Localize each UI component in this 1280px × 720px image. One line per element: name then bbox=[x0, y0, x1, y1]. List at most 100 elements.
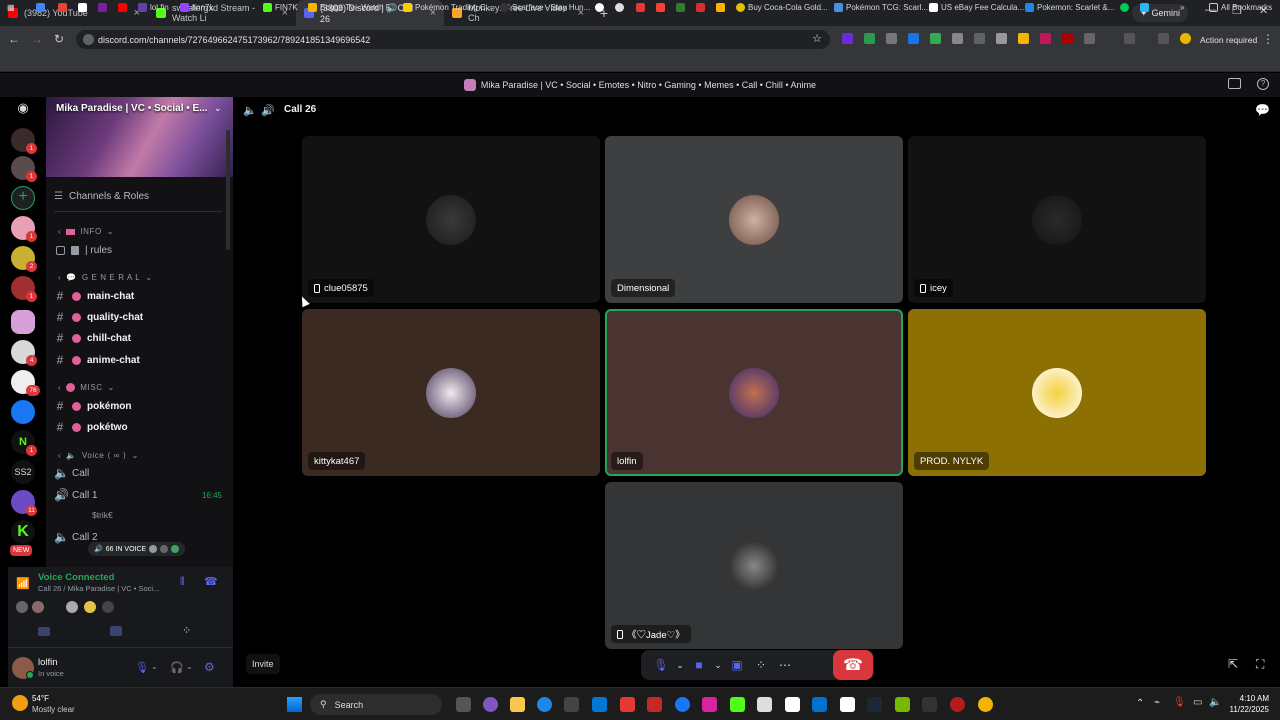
participant-tile[interactable]: 《♡Jade♡》 bbox=[605, 482, 903, 649]
extension-icon[interactable] bbox=[996, 33, 1007, 44]
taskview-icon[interactable] bbox=[456, 697, 471, 712]
extension-icon[interactable] bbox=[1062, 33, 1073, 44]
store-icon[interactable] bbox=[564, 697, 579, 712]
camera-icon[interactable] bbox=[38, 627, 50, 636]
participant-tile[interactable]: kittykat467 bbox=[302, 309, 600, 476]
app-icon[interactable] bbox=[647, 697, 662, 712]
extension-icon[interactable] bbox=[842, 33, 853, 44]
extension-icon[interactable] bbox=[1040, 33, 1051, 44]
add-server-icon[interactable]: + bbox=[11, 186, 35, 210]
nvidia-icon[interactable] bbox=[895, 697, 910, 712]
help-icon[interactable]: ? bbox=[1257, 78, 1269, 90]
voice-user[interactable]: $trik€ bbox=[92, 510, 113, 520]
reload-icon[interactable]: ↻ bbox=[54, 32, 64, 46]
extension-icon[interactable] bbox=[886, 33, 897, 44]
bookmark-finn7k[interactable]: finn7k bbox=[180, 3, 213, 12]
channel-anime-chat[interactable]: # anime-chat bbox=[54, 350, 222, 370]
display-icon[interactable]: ▭ bbox=[1193, 697, 1202, 708]
sidepanel-icon[interactable] bbox=[1124, 33, 1135, 44]
bookmark-icon[interactable] bbox=[58, 3, 67, 12]
category-general[interactable]: ‹ 💬 G E N E R A L ⌄ bbox=[58, 273, 153, 282]
chevron-down-icon[interactable]: ⌄ bbox=[673, 654, 687, 676]
chevron-up-icon[interactable]: ⌃ bbox=[1136, 698, 1144, 709]
bookmark-icon[interactable] bbox=[78, 3, 87, 12]
fullscreen-icon[interactable]: ⛶ bbox=[1256, 657, 1264, 672]
disconnect-icon[interactable]: ☎ bbox=[204, 575, 218, 588]
channels-roles[interactable]: ☰ Channels & Roles bbox=[54, 186, 222, 206]
bookmark-pokemon-tcg[interactable]: Pokémon TCG: Scarl... bbox=[834, 3, 928, 12]
noise-suppression-icon[interactable]: ⫴ bbox=[180, 576, 185, 589]
camera-icon[interactable]: ■ bbox=[687, 654, 711, 676]
weather-temp[interactable]: 54°F bbox=[32, 694, 49, 703]
channel-quality-chat[interactable]: # quality-chat bbox=[54, 307, 222, 327]
media-icon[interactable] bbox=[1158, 33, 1169, 44]
bookmark-icon[interactable] bbox=[595, 3, 604, 12]
extension-icon[interactable] bbox=[864, 33, 875, 44]
server-banner[interactable]: Mika Paradise | VC • Social • E... ⌄ bbox=[46, 97, 233, 177]
chevron-down-icon[interactable]: ⌄ bbox=[214, 103, 222, 114]
windows-start-icon[interactable] bbox=[287, 697, 302, 712]
edge-icon[interactable] bbox=[537, 697, 552, 712]
app-icon[interactable] bbox=[922, 697, 937, 712]
participant-tile[interactable]: clue05875 bbox=[302, 136, 600, 303]
instagram-icon[interactable] bbox=[702, 697, 717, 712]
back-icon[interactable]: ← bbox=[8, 32, 20, 46]
bookmark-icon[interactable] bbox=[1140, 3, 1149, 12]
forward-icon[interactable]: → bbox=[31, 32, 43, 46]
extension-icon[interactable] bbox=[974, 33, 985, 44]
extension-icon[interactable] bbox=[952, 33, 963, 44]
activities-icon[interactable]: ⁘ bbox=[749, 654, 773, 676]
category-info[interactable]: ‹ INFO ⌄ bbox=[58, 227, 114, 236]
extension-icon[interactable] bbox=[930, 33, 941, 44]
bookmark-bogge[interactable]: Bogge Tv - Watch F... bbox=[308, 3, 396, 12]
all-bookmarks[interactable]: All Bookmarks bbox=[1209, 3, 1272, 12]
chevron-down-icon[interactable]: ⌄ bbox=[186, 662, 193, 671]
bookmark-icon[interactable] bbox=[98, 3, 107, 12]
bookmark-scarface[interactable]: Scarface - Stay Hun... bbox=[500, 3, 590, 12]
apps-icon[interactable]: ▦ bbox=[7, 3, 15, 12]
username[interactable]: lolfin bbox=[38, 657, 58, 668]
bookmark-icon[interactable] bbox=[696, 3, 705, 12]
chevron-down-icon[interactable]: ⌄ bbox=[711, 654, 725, 676]
amazon-icon[interactable] bbox=[785, 697, 800, 712]
taskbar-search[interactable]: ⚲ Search bbox=[310, 694, 442, 715]
signal-icon[interactable]: 📶 bbox=[16, 577, 30, 590]
more-bookmarks-icon[interactable]: » bbox=[1180, 3, 1184, 12]
microphone-icon[interactable]: 🎙 bbox=[135, 661, 149, 674]
channel-call-1[interactable]: 🔊 Call 1 16:45 bbox=[54, 485, 222, 505]
avatar[interactable] bbox=[102, 601, 114, 613]
avatar[interactable] bbox=[84, 601, 96, 613]
bookmark-icon[interactable] bbox=[716, 3, 725, 12]
outlook-icon[interactable] bbox=[592, 697, 607, 712]
weather-desc[interactable]: Mostly clear bbox=[32, 705, 75, 714]
discord-home-icon[interactable]: ◉ bbox=[11, 97, 35, 121]
channel-poketwo[interactable]: # pokétwo bbox=[54, 417, 222, 437]
server-icon[interactable]: SS2 bbox=[11, 460, 35, 484]
bookmark-ebay-fee[interactable]: US eBay Fee Calcula... bbox=[929, 3, 1024, 12]
speaker-icon[interactable]: 🔈 bbox=[1209, 697, 1221, 708]
category-voice[interactable]: ‹ 🔈 Voice ⟨ ∞ ⟩ ⌄ bbox=[58, 451, 139, 460]
extension-icon[interactable] bbox=[1018, 33, 1029, 44]
extensions-puzzle-icon[interactable] bbox=[1084, 33, 1095, 44]
more-options-icon[interactable]: ⋯ bbox=[773, 654, 797, 676]
bookmark-icon[interactable] bbox=[1120, 3, 1129, 12]
address-bar[interactable]: discord.com/channels/727649662475173962/… bbox=[76, 30, 830, 49]
clock-time[interactable]: 4:10 AM bbox=[1229, 694, 1269, 703]
avatar[interactable] bbox=[16, 601, 28, 613]
network-icon[interactable]: ⌁ bbox=[1154, 697, 1160, 708]
channel-main-chat[interactable]: # main-chat bbox=[54, 286, 222, 306]
invite-button[interactable]: Invite bbox=[246, 654, 280, 674]
end-call-button[interactable]: ☎ bbox=[833, 650, 873, 680]
voice-connected-subtitle[interactable]: Call 26 / Mika Paradise | VC • Soci... bbox=[38, 584, 178, 593]
bookmark-icon[interactable] bbox=[36, 3, 45, 12]
menu-dots-icon[interactable]: ⋮ bbox=[1262, 32, 1274, 46]
weather-icon[interactable] bbox=[12, 695, 28, 711]
channel-chill-chat[interactable]: # chill-chat bbox=[54, 328, 222, 348]
server-icon[interactable] bbox=[11, 400, 35, 424]
youtube-icon[interactable] bbox=[620, 697, 635, 712]
popout-icon[interactable]: ⇱ bbox=[1228, 657, 1238, 671]
avatar[interactable] bbox=[32, 601, 44, 613]
channel-call[interactable]: 🔈 Call bbox=[54, 463, 222, 483]
microphone-icon[interactable]: 🎙 bbox=[649, 654, 673, 676]
chevron-down-icon[interactable]: ⌄ bbox=[151, 662, 158, 671]
